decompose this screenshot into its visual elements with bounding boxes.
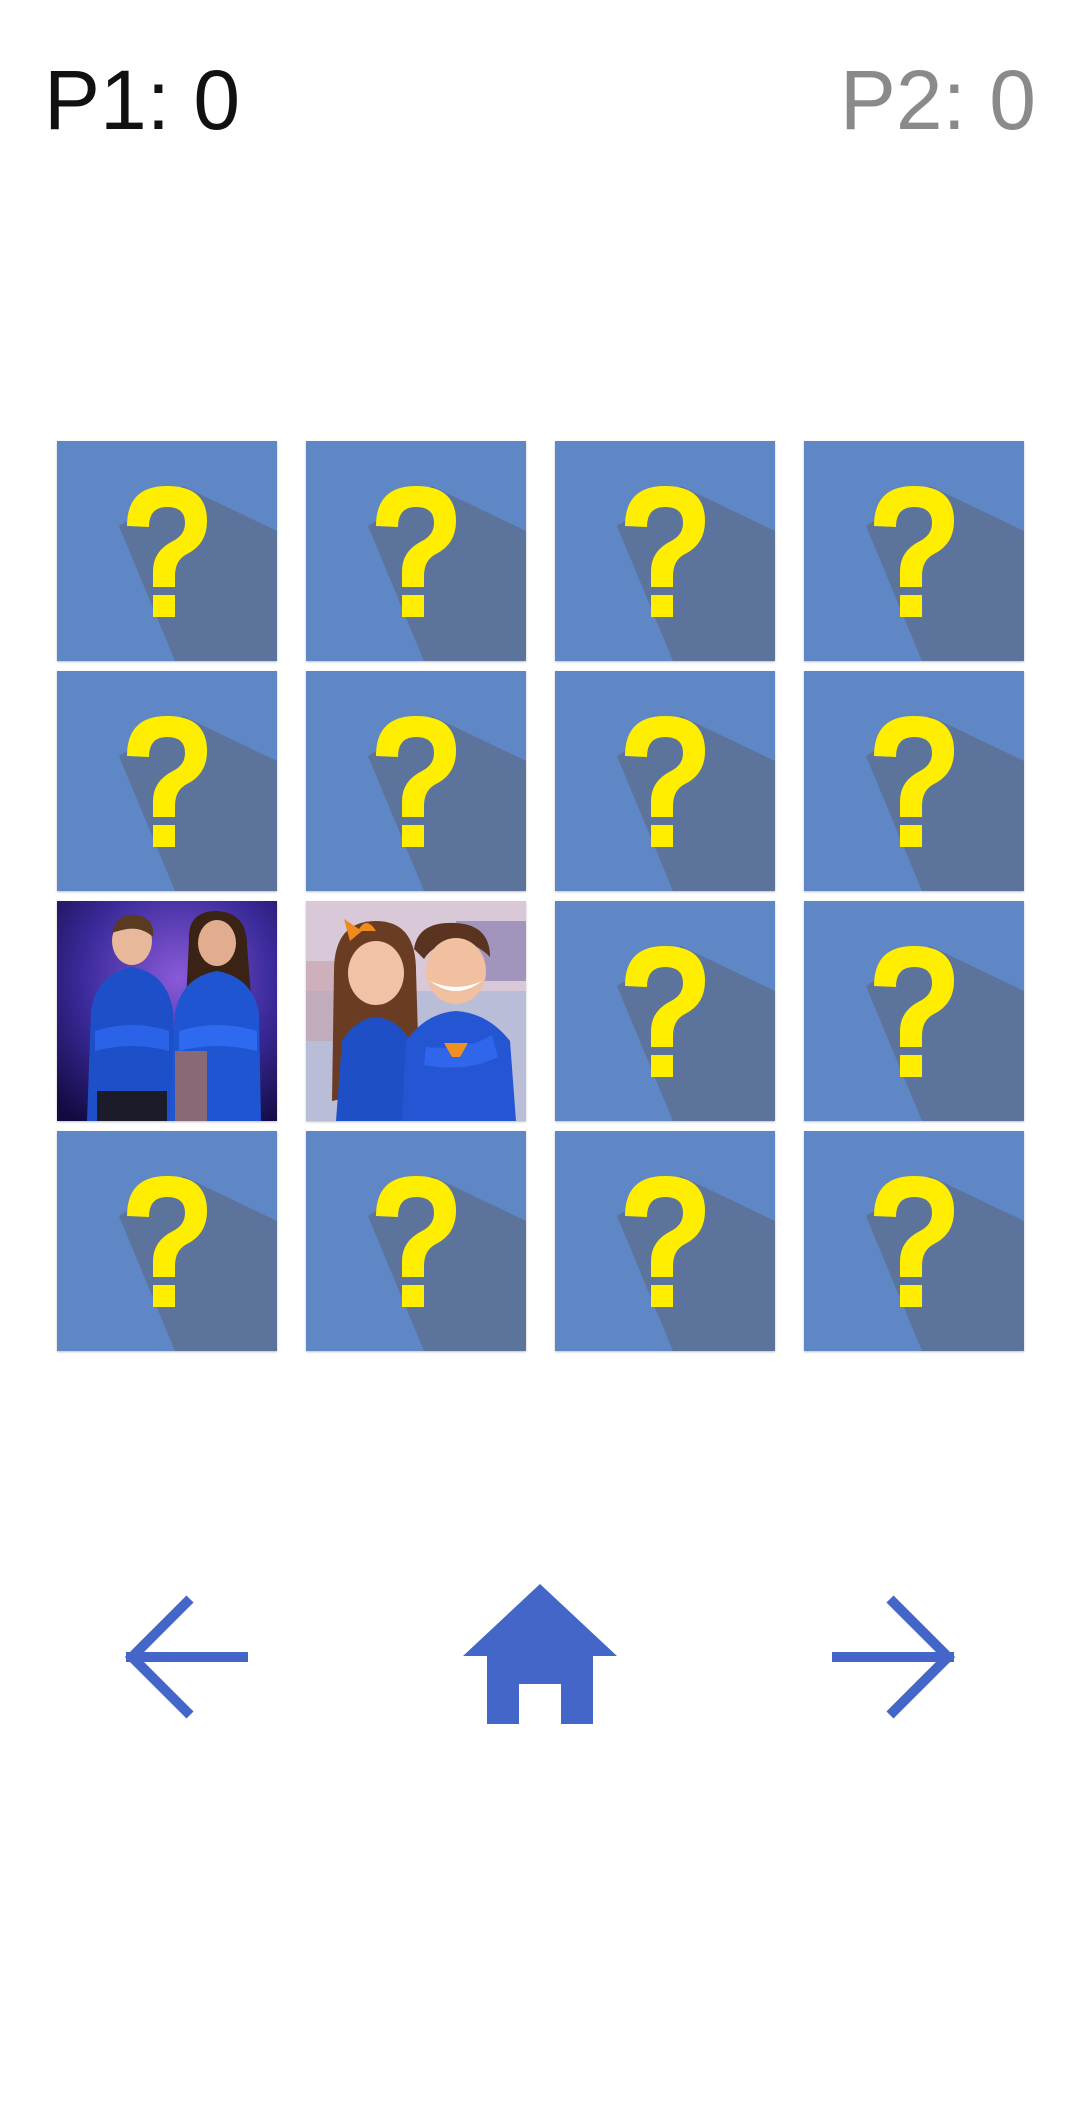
back-button[interactable]	[122, 1592, 252, 1722]
question-mark-icon	[57, 441, 277, 661]
question-mark-icon	[804, 901, 1024, 1121]
card-revealed[interactable]	[57, 901, 277, 1121]
question-mark-icon	[57, 1131, 277, 1351]
card-facedown[interactable]	[804, 441, 1024, 661]
kids-superhero-portrait-image	[306, 901, 526, 1121]
question-mark-icon	[804, 1131, 1024, 1351]
card-facedown[interactable]	[555, 441, 775, 661]
card-facedown[interactable]	[306, 1131, 526, 1351]
card-revealed[interactable]	[306, 901, 526, 1121]
duo-superhero-portrait-image	[57, 901, 277, 1121]
card-facedown[interactable]	[57, 441, 277, 661]
arrow-right-icon	[832, 1595, 956, 1719]
question-mark-icon	[804, 441, 1024, 661]
question-mark-icon	[306, 441, 526, 661]
player1-score: P1: 0	[44, 53, 241, 147]
home-button[interactable]	[463, 1584, 617, 1724]
question-mark-icon	[555, 441, 775, 661]
question-mark-icon	[57, 671, 277, 891]
card-facedown[interactable]	[57, 671, 277, 891]
question-mark-icon	[306, 671, 526, 891]
player2-score: P2: 0	[839, 53, 1036, 147]
question-mark-icon	[555, 901, 775, 1121]
home-icon	[463, 1584, 617, 1724]
card-facedown[interactable]	[555, 901, 775, 1121]
card-facedown[interactable]	[306, 441, 526, 661]
arrow-left-icon	[124, 1595, 248, 1719]
card-facedown[interactable]	[306, 671, 526, 891]
question-mark-icon	[555, 671, 775, 891]
question-mark-icon	[555, 1131, 775, 1351]
card-facedown[interactable]	[804, 1131, 1024, 1351]
forward-button[interactable]	[828, 1592, 958, 1722]
card-grid	[57, 441, 1025, 1351]
card-facedown[interactable]	[555, 1131, 775, 1351]
card-facedown[interactable]	[804, 901, 1024, 1121]
card-facedown[interactable]	[555, 671, 775, 891]
question-mark-icon	[306, 1131, 526, 1351]
question-mark-icon	[804, 671, 1024, 891]
card-facedown[interactable]	[57, 1131, 277, 1351]
card-facedown[interactable]	[804, 671, 1024, 891]
